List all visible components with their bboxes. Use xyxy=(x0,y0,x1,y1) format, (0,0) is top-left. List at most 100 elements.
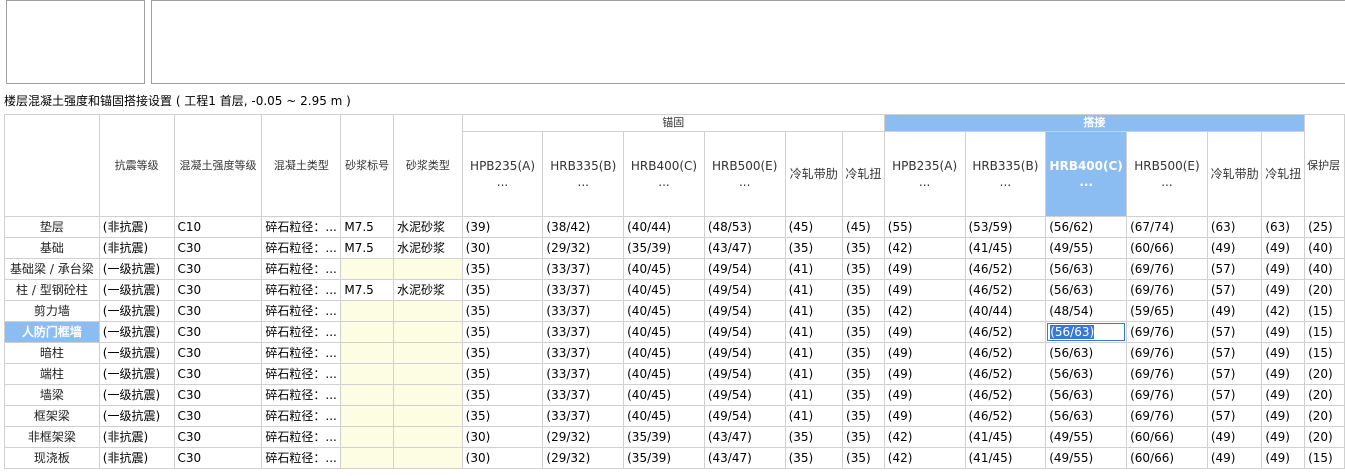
mortar-grade-cell[interactable] xyxy=(340,342,394,364)
mortar-grade-cell[interactable] xyxy=(340,363,394,385)
row-name[interactable]: 端柱 xyxy=(4,363,100,385)
lap-cell[interactable]: (57) xyxy=(1206,363,1263,385)
mortar-type-cell[interactable] xyxy=(392,321,463,343)
anchor-cell[interactable]: (49/54) xyxy=(703,384,786,406)
anchor-cell[interactable]: (41) xyxy=(784,279,844,301)
table-row[interactable]: 框架梁 (一级抗震) C30 碎石粒径：... (35) (33/37) (40/45) (4… xyxy=(4,405,1345,427)
mortar-type-cell[interactable] xyxy=(392,342,463,364)
concrete-grade-cell[interactable]: C30 xyxy=(173,405,263,427)
anchor-cell[interactable]: (35) xyxy=(842,447,885,469)
protect-cell[interactable]: (20) xyxy=(1304,363,1345,385)
anchor-cell[interactable]: (40/45) xyxy=(623,300,705,322)
seismic-cell[interactable]: (一级抗震) xyxy=(98,384,175,406)
concrete-grade-cell[interactable]: C30 xyxy=(173,321,263,343)
col-header-concrete-type[interactable]: 混凝土类型 xyxy=(261,114,342,217)
mortar-type-cell[interactable] xyxy=(392,426,463,448)
lap-cell[interactable]: (49) xyxy=(883,321,966,343)
mortar-grade-cell[interactable]: M7.5 xyxy=(340,216,394,238)
table-row[interactable]: 基础梁 / 承台梁 (一级抗震) C30 碎石粒径：... (35) (33/37) (40… xyxy=(4,258,1345,280)
anchor-cell[interactable]: (43/47) xyxy=(703,237,786,259)
row-name[interactable]: 人防门框墙 xyxy=(4,321,100,343)
lap-col-3[interactable]: HRB500(E)... xyxy=(1126,131,1208,217)
lap-col-4[interactable]: 冷轧带肋 xyxy=(1206,131,1263,217)
lap-cell-editing[interactable]: (56/63) xyxy=(1045,321,1128,343)
anchor-cell[interactable]: (33/37) xyxy=(542,342,625,364)
table-row[interactable]: 基础 (非抗震) C30 碎石粒径：... M7.5 水泥砂浆 (30) (29/32) (35… xyxy=(4,237,1345,259)
col-header-concrete-grade[interactable]: 混凝土强度等级 xyxy=(173,114,263,217)
anchor-cell[interactable]: (35/39) xyxy=(623,237,705,259)
anchor-cell[interactable]: (41) xyxy=(784,363,844,385)
mortar-grade-cell[interactable] xyxy=(340,405,394,427)
anchor-cell[interactable]: (49/54) xyxy=(703,279,786,301)
table-row[interactable]: 垫层 (非抗震) C10 碎石粒径：... M7.5 水泥砂浆 (39) (38/42) (40… xyxy=(4,216,1345,238)
anchor-cell[interactable]: (35) xyxy=(461,321,544,343)
lap-cell[interactable]: (49) xyxy=(883,363,966,385)
col-header-seismic[interactable]: 抗震等级 xyxy=(98,114,175,217)
anchor-cell[interactable]: (41) xyxy=(784,405,844,427)
anchor-col-4[interactable]: 冷轧带肋 xyxy=(784,131,844,217)
concrete-type-cell[interactable]: 碎石粒径：... xyxy=(261,447,342,469)
lap-cell[interactable]: (49) xyxy=(1261,258,1306,280)
anchor-cell[interactable]: (49/54) xyxy=(703,342,786,364)
lap-cell[interactable]: (49) xyxy=(1261,237,1306,259)
concrete-type-cell[interactable]: 碎石粒径：... xyxy=(261,426,342,448)
lap-cell[interactable]: (49) xyxy=(1261,405,1306,427)
mortar-type-cell[interactable]: 水泥砂浆 xyxy=(392,237,463,259)
anchor-cell[interactable]: (45) xyxy=(784,216,844,238)
lap-cell[interactable]: (41/45) xyxy=(964,426,1047,448)
lap-cell[interactable]: (53/59) xyxy=(964,216,1047,238)
anchor-cell[interactable]: (33/37) xyxy=(542,321,625,343)
anchor-cell[interactable]: (43/47) xyxy=(703,447,786,469)
anchor-col-5[interactable]: 冷轧扭 xyxy=(842,131,885,217)
protect-cell[interactable]: (20) xyxy=(1304,279,1345,301)
anchor-cell[interactable]: (30) xyxy=(461,447,544,469)
concrete-grade-cell[interactable]: C30 xyxy=(173,363,263,385)
lap-cell[interactable]: (56/63) xyxy=(1045,342,1128,364)
mortar-grade-cell[interactable] xyxy=(340,258,394,280)
lap-cell[interactable]: (49) xyxy=(1206,447,1263,469)
anchor-cell[interactable]: (40/45) xyxy=(623,363,705,385)
concrete-grade-cell[interactable]: C30 xyxy=(173,447,263,469)
anchor-cell[interactable]: (40/45) xyxy=(623,258,705,280)
cell-editor[interactable]: (56/63) xyxy=(1047,323,1126,341)
col-header-mortar-grade[interactable]: 砂浆标号 xyxy=(340,114,394,217)
anchor-cell[interactable]: (33/37) xyxy=(542,405,625,427)
anchor-cell[interactable]: (49/54) xyxy=(703,405,786,427)
anchor-cell[interactable]: (49/54) xyxy=(703,258,786,280)
lap-cell[interactable]: (41/45) xyxy=(964,237,1047,259)
anchor-cell[interactable]: (35/39) xyxy=(623,426,705,448)
lap-cell[interactable]: (63) xyxy=(1261,216,1306,238)
row-name[interactable]: 基础梁 / 承台梁 xyxy=(4,258,100,280)
anchor-cell[interactable]: (35) xyxy=(842,237,885,259)
lap-cell[interactable]: (42) xyxy=(883,447,966,469)
mortar-grade-cell[interactable] xyxy=(340,426,394,448)
lap-cell[interactable]: (49) xyxy=(1261,384,1306,406)
seismic-cell[interactable]: (一级抗震) xyxy=(98,300,175,322)
lap-cell[interactable]: (69/76) xyxy=(1126,342,1208,364)
anchor-cell[interactable]: (33/37) xyxy=(542,300,625,322)
anchor-cell[interactable]: (33/37) xyxy=(542,279,625,301)
concrete-type-cell[interactable]: 碎石粒径：... xyxy=(261,342,342,364)
concrete-type-cell[interactable]: 碎石粒径：... xyxy=(261,258,342,280)
anchor-cell[interactable]: (33/37) xyxy=(542,363,625,385)
anchor-cell[interactable]: (41) xyxy=(784,384,844,406)
mortar-grade-cell[interactable]: M7.5 xyxy=(340,279,394,301)
mortar-type-cell[interactable]: 水泥砂浆 xyxy=(392,279,463,301)
lap-cell[interactable]: (49) xyxy=(1261,426,1306,448)
anchor-cell[interactable]: (41) xyxy=(784,258,844,280)
anchor-cell[interactable]: (35) xyxy=(842,342,885,364)
table-row[interactable]: 非框架梁 (非抗震) C30 碎石粒径：... (30) (29/32) (35/39) (4… xyxy=(4,426,1345,448)
anchor-cell[interactable]: (35) xyxy=(842,279,885,301)
mortar-grade-cell[interactable] xyxy=(340,447,394,469)
lap-cell[interactable]: (67/74) xyxy=(1126,216,1208,238)
lap-cell[interactable]: (49) xyxy=(1261,279,1306,301)
lap-cell[interactable]: (49) xyxy=(883,384,966,406)
seismic-cell[interactable]: (一级抗震) xyxy=(98,405,175,427)
anchor-cell[interactable]: (35) xyxy=(461,258,544,280)
seismic-cell[interactable]: (一级抗震) xyxy=(98,342,175,364)
seismic-cell[interactable]: (一级抗震) xyxy=(98,321,175,343)
lap-cell[interactable]: (46/52) xyxy=(964,258,1047,280)
anchor-cell[interactable]: (35) xyxy=(461,363,544,385)
anchor-cell[interactable]: (49/54) xyxy=(703,363,786,385)
lap-col-5[interactable]: 冷轧扭 xyxy=(1261,131,1306,217)
